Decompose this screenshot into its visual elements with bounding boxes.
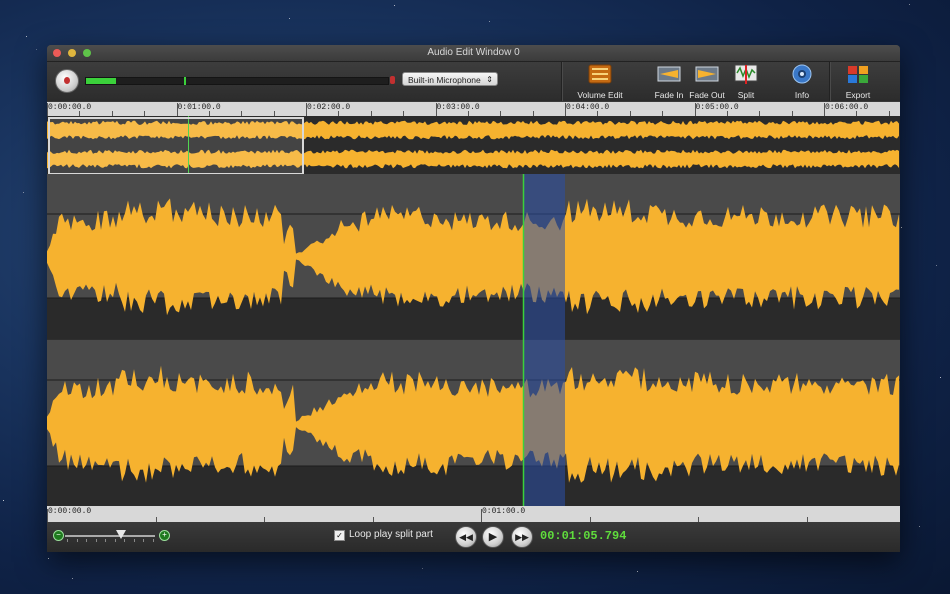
overview-waveform[interactable] xyxy=(47,116,900,175)
play-icon: ▶ xyxy=(488,531,498,543)
ruler-time-label: 0:01:00.0 xyxy=(482,507,526,516)
ruler-time-label: 0:01:00.0 xyxy=(177,103,221,112)
info-button[interactable]: Info xyxy=(787,64,817,100)
input-device-select[interactable]: Built-in Microphone ⇕ xyxy=(402,72,498,86)
detail-time-ruler: 0:00:00.0 0:01:00.0 xyxy=(47,506,900,523)
zoom-in-button[interactable]: + xyxy=(159,530,170,541)
channel-left-headroom xyxy=(47,174,900,214)
info-label: Info xyxy=(794,90,810,100)
star xyxy=(637,570,639,572)
star xyxy=(918,526,920,528)
transport-bar: − + ✓ Loop play split part ◀◀ ▶ ▶▶ 00:01:… xyxy=(47,522,900,552)
rewind-icon: ◀◀ xyxy=(459,532,473,542)
volume-edit-label: Volume Edit xyxy=(577,90,623,100)
zoom-slider-tick xyxy=(114,539,116,542)
zoom-slider-tick xyxy=(105,539,106,542)
zoom-out-button[interactable]: − xyxy=(53,530,64,541)
zoom-slider-knob[interactable] xyxy=(116,530,126,539)
star xyxy=(22,192,24,194)
window-title: Audio Edit Window 0 xyxy=(427,47,520,58)
star xyxy=(936,264,938,266)
star xyxy=(47,557,49,559)
star xyxy=(900,227,902,229)
input-level-fill xyxy=(86,78,117,84)
split-icon xyxy=(734,64,758,84)
zoom-slider-track[interactable] xyxy=(65,535,155,537)
star xyxy=(35,48,37,50)
record-icon xyxy=(64,77,70,84)
ruler-time-label: 0:00:00.0 xyxy=(48,507,92,516)
input-level-meter xyxy=(85,77,389,85)
ruler-time-label: 0:04:00.0 xyxy=(566,103,610,112)
fade-out-button[interactable]: Fade Out xyxy=(688,64,726,100)
fade-in-icon xyxy=(657,66,681,82)
star xyxy=(940,377,942,379)
split-selection[interactable] xyxy=(524,174,565,506)
detail-waveform-graphic xyxy=(47,174,900,506)
star xyxy=(26,35,28,37)
ruler-time-label: 0:03:00.0 xyxy=(436,103,480,112)
fade-out-label: Fade Out xyxy=(689,90,725,100)
input-device-value: Built-in Microphone xyxy=(408,75,481,85)
ruler-time-label: 0:02:00.0 xyxy=(307,103,351,112)
loop-play-checkbox[interactable]: ✓ Loop play split part xyxy=(334,529,433,541)
select-arrows-icon: ⇕ xyxy=(486,75,493,84)
info-icon xyxy=(792,64,812,84)
star xyxy=(393,5,395,7)
zoom-slider-tick xyxy=(67,539,68,542)
export-icon xyxy=(848,66,868,83)
zoom-slider-tick xyxy=(76,539,78,542)
zoom-slider-tick xyxy=(86,539,87,542)
star xyxy=(71,577,73,579)
playback-time-display: 00:01:05.794 xyxy=(540,529,627,543)
toolbar-separator xyxy=(829,62,831,101)
fast-forward-icon: ▶▶ xyxy=(515,532,529,542)
star xyxy=(908,4,910,6)
ruler-time-label: 0:05:00.0 xyxy=(695,103,739,112)
audio-edit-window: Audio Edit Window 0 Built-in Microphone … xyxy=(47,45,900,552)
volume-edit-icon xyxy=(588,64,612,84)
play-button[interactable]: ▶ xyxy=(482,526,504,548)
zoom-slider-tick xyxy=(143,539,144,542)
rewind-button[interactable]: ◀◀ xyxy=(455,526,477,548)
fade-out-icon xyxy=(695,66,719,82)
title-bar: Audio Edit Window 0 xyxy=(47,45,900,62)
overview-visible-range[interactable] xyxy=(48,117,304,175)
fade-in-button[interactable]: Fade In xyxy=(651,64,687,100)
star xyxy=(422,567,423,569)
ruler-time-label: 0:00:00.0 xyxy=(48,103,92,112)
star xyxy=(2,499,4,501)
zoom-slider-tick xyxy=(152,539,154,542)
export-button[interactable]: Export xyxy=(842,64,874,100)
zoom-slider-tick xyxy=(124,539,125,542)
clip-indicator-icon xyxy=(390,76,395,84)
detail-waveform-view[interactable] xyxy=(47,174,900,506)
input-peak-marker xyxy=(184,77,186,85)
export-label: Export xyxy=(845,90,871,100)
loop-play-label: Loop play split part xyxy=(349,529,433,540)
toolbar: Built-in Microphone ⇕ Volume Edit Fade I… xyxy=(47,62,900,101)
fast-forward-button[interactable]: ▶▶ xyxy=(511,526,533,548)
zoom-slider-tick xyxy=(95,539,97,542)
fade-in-label: Fade In xyxy=(654,90,684,100)
split-label: Split xyxy=(737,90,755,100)
overview-time-ruler: 0:00:00.0 0:01:00.0 0:02:00.0 0:03:00.0 0:04… xyxy=(47,102,900,117)
star xyxy=(288,17,290,19)
checkbox-check-icon: ✓ xyxy=(334,530,345,541)
zoom-slider-tick xyxy=(133,539,135,542)
ruler-time-label: 0:06:00.0 xyxy=(825,103,869,112)
split-button[interactable]: Split xyxy=(731,64,761,100)
toolbar-separator xyxy=(561,62,563,101)
record-button[interactable] xyxy=(55,69,79,93)
channel-right-floor xyxy=(47,466,900,506)
star xyxy=(488,20,490,22)
volume-edit-button[interactable]: Volume Edit xyxy=(574,64,626,100)
channel-right-headroom xyxy=(47,340,900,380)
